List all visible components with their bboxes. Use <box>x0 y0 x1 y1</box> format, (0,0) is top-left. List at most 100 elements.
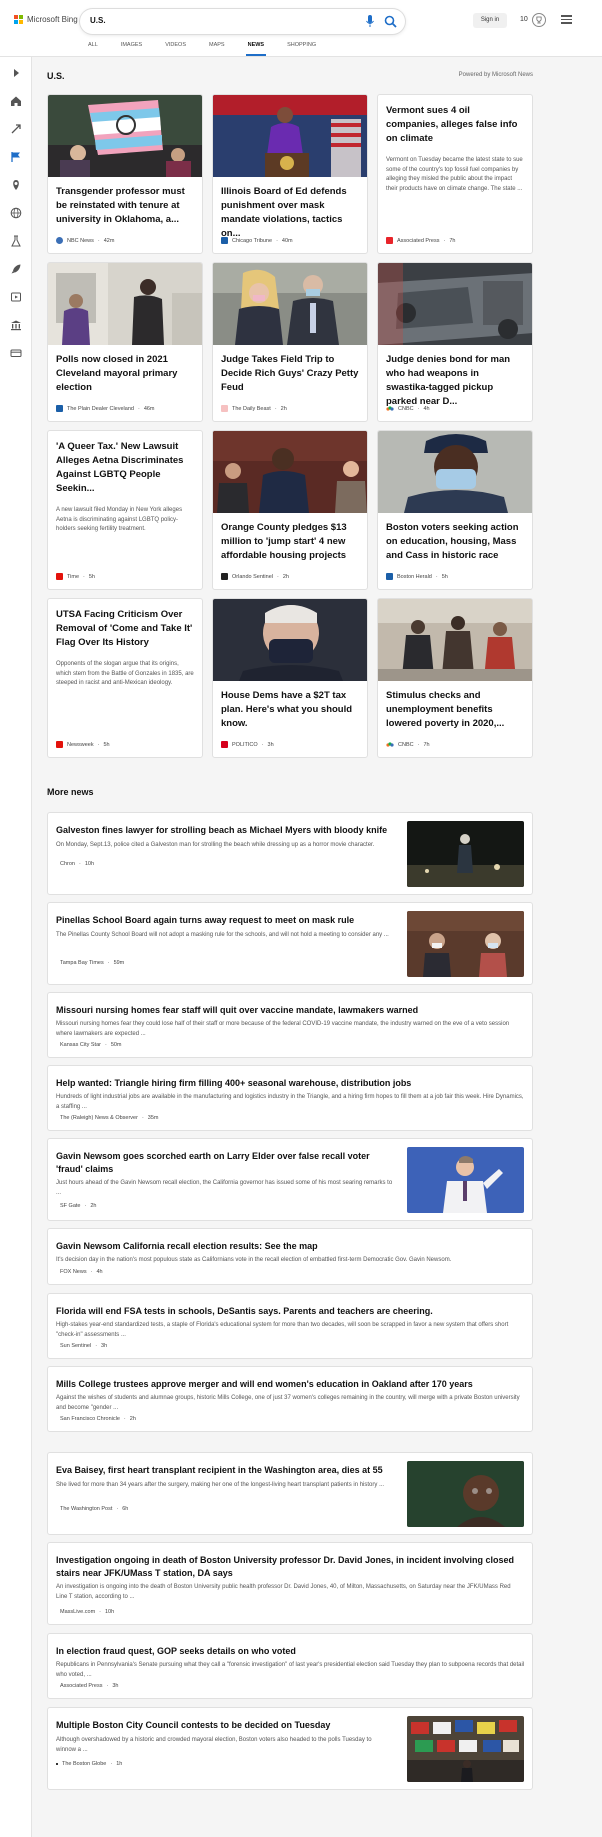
news-card[interactable]: Judge denies bond for man who had weapon… <box>377 262 533 422</box>
news-title[interactable]: Mills College trustees approve merger an… <box>56 1378 526 1391</box>
trending-icon[interactable] <box>10 123 22 135</box>
tab-shopping[interactable]: SHOPPING <box>287 42 316 56</box>
more-news-item[interactable]: Galveston fines lawyer for strolling bea… <box>47 812 533 895</box>
more-news-item[interactable]: Pinellas School Board again turns away r… <box>47 902 533 985</box>
news-source[interactable]: The Washington Post · 6h <box>56 1506 128 1512</box>
more-news-item[interactable]: Multiple Boston City Council contests to… <box>47 1707 533 1790</box>
news-title[interactable]: UTSA Facing Criticism Over Removal of 'C… <box>48 599 202 650</box>
news-title[interactable]: Pinellas School Board again turns away r… <box>56 914 396 927</box>
rewards-points[interactable]: 10 <box>520 16 528 23</box>
news-card[interactable]: Vermont sues 4 oil companies, alleges fa… <box>377 94 533 254</box>
news-title[interactable]: Polls now closed in 2021 Cleveland mayor… <box>48 345 202 395</box>
news-title[interactable]: Help wanted: Triangle hiring firm fillin… <box>56 1077 526 1090</box>
more-news-item[interactable]: Missouri nursing homes fear staff will q… <box>47 992 533 1058</box>
news-source[interactable]: Chicago Tribune · 40m <box>221 237 293 244</box>
tab-maps[interactable]: MAPS <box>209 42 225 56</box>
news-source[interactable]: MassLive.com · 10h <box>56 1609 114 1615</box>
news-source[interactable]: Associated Press · 7h <box>386 237 455 244</box>
news-title[interactable]: Eva Baisey, first heart transplant recip… <box>56 1464 396 1477</box>
news-source[interactable]: Orlando Sentinel · 2h <box>221 573 289 580</box>
news-card[interactable]: House Dems have a $2T tax plan. Here's w… <box>212 598 368 758</box>
politics-icon[interactable] <box>10 319 22 331</box>
news-title[interactable]: Galveston fines lawyer for strolling bea… <box>56 824 396 837</box>
source-name: San Francisco Chronicle <box>60 1416 120 1422</box>
news-card[interactable]: Illinois Board of Ed defends punishment … <box>212 94 368 254</box>
news-title[interactable]: Vermont sues 4 oil companies, alleges fa… <box>378 95 532 146</box>
news-title[interactable]: Illinois Board of Ed defends punishment … <box>213 177 367 241</box>
news-title[interactable]: House Dems have a $2T tax plan. Here's w… <box>213 681 367 731</box>
more-news-item[interactable]: Florida will end FSA tests in schools, D… <box>47 1293 533 1359</box>
news-title[interactable]: Gavin Newsom goes scorched earth on Larr… <box>56 1150 396 1176</box>
news-title[interactable]: Judge denies bond for man who had weapon… <box>378 345 532 409</box>
news-title[interactable]: Missouri nursing homes fear staff will q… <box>56 1004 526 1017</box>
home-icon[interactable] <box>10 95 22 107</box>
entertainment-icon[interactable] <box>10 291 22 303</box>
tab-images[interactable]: IMAGES <box>121 42 142 56</box>
news-title[interactable]: In election fraud quest, GOP seeks detai… <box>56 1645 526 1658</box>
tab-all[interactable]: ALL <box>88 42 98 56</box>
news-title[interactable]: Judge Takes Field Trip to Decide Rich Gu… <box>213 345 367 395</box>
more-news-item[interactable]: Gavin Newsom California recall election … <box>47 1228 533 1285</box>
search-icon[interactable] <box>384 15 397 28</box>
news-card[interactable]: 'A Queer Tax.' New Lawsuit Alleges Aetna… <box>47 430 203 590</box>
news-card[interactable]: Transgender professor must be reinstated… <box>47 94 203 254</box>
news-source[interactable]: NBC News · 42m <box>56 237 114 244</box>
more-news-item[interactable]: Mills College trustees approve merger an… <box>47 1366 533 1432</box>
news-source[interactable]: The Daily Beast · 2h <box>221 405 287 412</box>
search-query[interactable]: U.S. <box>90 16 106 25</box>
news-source[interactable]: Sun Sentinel · 3h <box>56 1343 107 1349</box>
news-source[interactable]: CNBC · 4h <box>386 405 430 412</box>
location-icon[interactable] <box>10 179 22 191</box>
news-title[interactable]: Transgender professor must be reinstated… <box>48 177 202 227</box>
news-source[interactable]: The (Raleigh) News & Observer · 35m <box>56 1115 159 1121</box>
news-card[interactable]: Boston voters seeking action on educatio… <box>377 430 533 590</box>
more-news-item[interactable]: In election fraud quest, GOP seeks detai… <box>47 1633 533 1699</box>
news-source[interactable]: The Plain Dealer Cleveland · 46m <box>56 405 155 412</box>
news-title[interactable]: Gavin Newsom California recall election … <box>56 1240 526 1253</box>
microphone-icon[interactable] <box>365 15 375 28</box>
more-news-item[interactable]: Help wanted: Triangle hiring firm fillin… <box>47 1065 533 1131</box>
news-card[interactable]: Stimulus checks and unemployment benefit… <box>377 598 533 758</box>
search-input[interactable]: U.S. <box>80 9 405 34</box>
news-source[interactable]: Boston Herald · 5h <box>386 573 448 580</box>
news-title[interactable]: Multiple Boston City Council contests to… <box>56 1719 396 1732</box>
rewards-trophy-icon[interactable] <box>532 13 546 27</box>
news-title[interactable]: Boston voters seeking action on educatio… <box>378 513 532 563</box>
tab-videos[interactable]: VIDEOS <box>165 42 186 56</box>
news-source[interactable]: CNBC · 7h <box>386 741 430 748</box>
more-news-item[interactable]: Eva Baisey, first heart transplant recip… <box>47 1452 533 1535</box>
news-source[interactable]: Chron · 10h <box>56 861 94 867</box>
news-source[interactable]: Kansas City Star · 50m <box>56 1042 122 1048</box>
us-flag-icon[interactable] <box>10 151 22 163</box>
news-card[interactable]: Polls now closed in 2021 Cleveland mayor… <box>47 262 203 422</box>
news-card[interactable]: Judge Takes Field Trip to Decide Rich Gu… <box>212 262 368 422</box>
globe-icon[interactable] <box>10 207 22 219</box>
news-source[interactable]: Time · 5h <box>56 573 95 580</box>
news-title[interactable]: Orange County pledges $13 million to 'ju… <box>213 513 367 563</box>
rocket-icon[interactable] <box>10 263 22 275</box>
news-source[interactable]: Associated Press · 3h <box>56 1683 118 1689</box>
news-title[interactable]: Florida will end FSA tests in schools, D… <box>56 1305 526 1318</box>
news-source[interactable]: FOX News · 4h <box>56 1269 103 1275</box>
more-news-item[interactable]: Investigation ongoing in death of Boston… <box>47 1542 533 1625</box>
sign-in-button[interactable]: Sign in <box>473 13 507 28</box>
news-source[interactable]: Tampa Bay Times · 59m <box>56 960 124 966</box>
science-icon[interactable] <box>10 235 22 247</box>
news-card[interactable]: Orange County pledges $13 million to 'ju… <box>212 430 368 590</box>
more-news-item[interactable]: Gavin Newsom goes scorched earth on Larr… <box>47 1138 533 1221</box>
menu-icon[interactable] <box>561 15 572 24</box>
news-title[interactable]: 'A Queer Tax.' New Lawsuit Alleges Aetna… <box>48 431 202 496</box>
bing-logo[interactable]: Microsoft Bing <box>14 15 78 24</box>
news-card[interactable]: UTSA Facing Criticism Over Removal of 'C… <box>47 598 203 758</box>
news-source[interactable]: San Francisco Chronicle · 2h <box>56 1416 136 1422</box>
news-image <box>407 1461 524 1527</box>
news-source[interactable]: POLITICO · 3h <box>221 741 274 748</box>
news-title[interactable]: Stimulus checks and unemployment benefit… <box>378 681 532 731</box>
money-icon[interactable] <box>10 347 22 359</box>
tab-news[interactable]: NEWS <box>245 42 266 56</box>
news-title[interactable]: Investigation ongoing in death of Boston… <box>56 1554 521 1580</box>
news-source[interactable]: The Boston Globe · 1h <box>56 1761 122 1767</box>
expand-chevron-icon[interactable] <box>10 67 22 79</box>
news-source[interactable]: SF Gate · 2h <box>56 1203 96 1209</box>
news-source[interactable]: Newsweek · 5h <box>56 741 110 748</box>
